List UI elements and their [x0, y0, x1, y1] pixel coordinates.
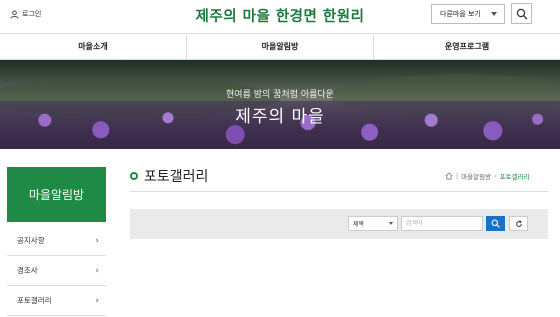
- search-icon: [516, 8, 527, 19]
- top-bar: 로그인 제주의 마을 한경면 한원리 다른마을 보기: [0, 0, 560, 32]
- sidebar-item-photo-gallery[interactable]: 포토갤러리 ›: [7, 286, 106, 316]
- hero-banner: 현여름 밤의 꿈처럼 아름다운 제주의 마을: [0, 60, 560, 149]
- breadcrumb-current: 포토갤러리: [499, 173, 530, 181]
- nav-item-village-intro[interactable]: 마을소개: [0, 34, 186, 59]
- home-icon[interactable]: [445, 172, 453, 180]
- search-button[interactable]: [511, 3, 532, 24]
- search-input[interactable]: [401, 216, 483, 231]
- title-ring-icon: [130, 172, 138, 180]
- sidebar-item-label: 공지사항: [17, 236, 45, 245]
- breadcrumb-item[interactable]: 마을알림방: [461, 171, 491, 181]
- chevron-right-icon: ›: [95, 295, 99, 306]
- nav-item-programs[interactable]: 운영프로그램: [373, 34, 560, 59]
- caret-down-icon: [491, 12, 497, 16]
- chevron-right-icon: ›: [494, 172, 497, 180]
- breadcrumb-separator: |: [456, 172, 459, 180]
- main-nav: 마을소개 마을알림방 운영프로그램: [0, 33, 560, 60]
- refresh-icon: [515, 219, 522, 227]
- divider: [130, 191, 548, 192]
- hero-subtitle: 현여름 밤의 꿈처럼 아름다운: [226, 90, 334, 100]
- sidebar-item-label: 경조사: [17, 266, 38, 275]
- breadcrumb: | 마을알림방 › 포토갤러리: [445, 171, 530, 181]
- search-panel: 제목: [130, 209, 548, 239]
- other-village-label: 다른마을 보기: [440, 10, 481, 18]
- sidebar-heading: 마을알림방: [7, 167, 106, 222]
- nav-item-village-notice[interactable]: 마을알림방: [186, 34, 373, 59]
- chevron-right-icon: ›: [95, 265, 99, 276]
- hero-title: 제주의 마을: [235, 107, 325, 127]
- search-submit-button[interactable]: [486, 216, 505, 231]
- search-field-select[interactable]: 제목: [348, 216, 398, 231]
- search-icon: [491, 219, 500, 228]
- reset-button[interactable]: [509, 216, 528, 231]
- chevron-right-icon: ›: [95, 235, 99, 246]
- sidebar-item-notices[interactable]: 공지사항 ›: [7, 226, 106, 256]
- caret-down-icon: [389, 222, 393, 225]
- other-village-select[interactable]: 다른마을 보기: [431, 4, 505, 24]
- sidebar-item-family-events[interactable]: 경조사 ›: [7, 256, 106, 286]
- page-title-text: 포토갤러리: [144, 169, 209, 185]
- sidebar-menu: 공지사항 › 경조사 › 포토갤러리 ›: [7, 226, 106, 316]
- sidebar-item-label: 포토갤러리: [17, 296, 52, 305]
- search-field-value: 제목: [353, 221, 365, 228]
- page-title: 포토갤러리: [130, 166, 208, 186]
